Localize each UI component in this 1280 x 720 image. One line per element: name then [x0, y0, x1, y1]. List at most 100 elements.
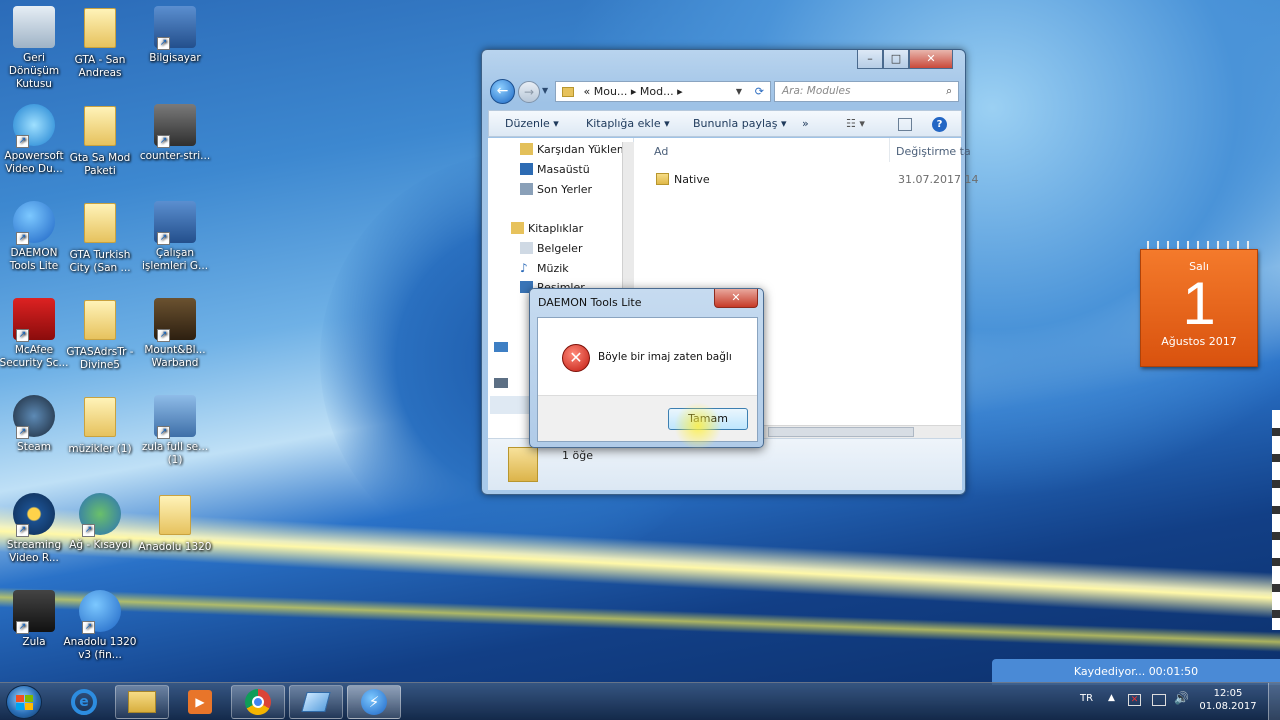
- taskbar-explorer[interactable]: [115, 685, 169, 719]
- desktop-icon-item[interactable]: GTA Turkish City (San ...: [63, 201, 137, 275]
- clock[interactable]: 12:05 01.08.2017: [1196, 687, 1260, 713]
- desktop-icon-item[interactable]: ↗ Çalışan işlemleri G...: [138, 201, 212, 273]
- folder-shape: [84, 106, 116, 146]
- nav-item-downloads[interactable]: Karşıdan Yüklem: [520, 143, 628, 156]
- history-dropdown-icon[interactable]: ▼: [542, 86, 548, 95]
- clock-date: 01.08.2017: [1199, 701, 1257, 712]
- desktop-icon-label: zula full se... (1): [141, 441, 209, 466]
- dialog-close-button[interactable]: ✕: [714, 289, 758, 308]
- nav-item-music[interactable]: ♪ Müzik: [520, 262, 569, 275]
- recycle-bin-icon: [12, 6, 56, 50]
- minimize-button[interactable]: –: [857, 50, 883, 69]
- library-label: Kitaplığa ekle: [586, 117, 661, 130]
- task-manager-icon: ↗: [153, 201, 197, 245]
- desktop-icon-item[interactable]: ↗ Steam: [0, 395, 71, 454]
- windows-logo-yellow: [25, 703, 33, 710]
- more-button[interactable]: »: [802, 117, 809, 130]
- column-divider: [889, 138, 890, 162]
- media-player-icon: ▶: [188, 690, 212, 714]
- nav-label: Son Yerler: [537, 183, 593, 196]
- start-button[interactable]: [6, 685, 42, 719]
- help-icon[interactable]: ?: [932, 117, 947, 132]
- language-indicator[interactable]: TR: [1080, 693, 1093, 704]
- file-date: 31.07.2017 14: [898, 173, 979, 186]
- taskbar-chrome[interactable]: [231, 685, 285, 719]
- desktop-icon-item[interactable]: ↗ zula full se... (1): [138, 395, 212, 467]
- computer-icon: [494, 378, 508, 388]
- file-row[interactable]: Native 31.07.2017 14: [634, 171, 978, 189]
- desktop-icon-item[interactable]: GTA - San Andreas: [63, 6, 137, 80]
- search-placeholder: Ara: Modules: [782, 85, 851, 97]
- forward-button[interactable]: →: [518, 81, 540, 103]
- nav-item-libraries[interactable]: Kitaplıklar: [511, 222, 583, 235]
- dialog-footer: Tamam: [538, 395, 757, 450]
- desktop-icon-item[interactable]: Anadolu 1320: [138, 493, 212, 554]
- error-icon: ✕: [562, 344, 590, 372]
- column-header-name[interactable]: Ad: [654, 145, 668, 158]
- nav-item-recent[interactable]: Son Yerler: [520, 183, 593, 196]
- desktop-icon-item[interactable]: Geri Dönüşüm Kutusu: [0, 6, 71, 91]
- horizontal-scrollbar[interactable]: [762, 425, 961, 438]
- nav-item-documents[interactable]: Belgeler: [520, 242, 583, 255]
- desktop-icon-label: Zula: [22, 636, 46, 648]
- desktop-icon-item[interactable]: ↗ Ağ - Kısayol: [63, 493, 137, 552]
- streaming-icon: ↗: [12, 493, 56, 537]
- add-to-library-button[interactable]: Kitaplığa ekle ▾: [586, 117, 670, 130]
- chrome-center: [252, 696, 264, 708]
- organize-button[interactable]: Düzenle ▾: [505, 117, 559, 130]
- preview-pane-icon[interactable]: [898, 118, 912, 131]
- address-bar[interactable]: « Mou... ▸ Mod... ▸ ▼ ⟳: [555, 81, 771, 102]
- desktop-icon-item[interactable]: ↗ Streaming Video R...: [0, 493, 71, 565]
- taskbar-ie[interactable]: e: [57, 685, 111, 719]
- desktop-icon-item[interactable]: ↗ Apowersoft Video Du...: [0, 104, 71, 176]
- refresh-icon[interactable]: ⟳: [755, 82, 764, 101]
- calendar-gadget[interactable]: Salı 1 Ağustos 2017: [1140, 249, 1258, 367]
- recorder-icon: [301, 692, 331, 712]
- share-button[interactable]: Bununla paylaş ▾: [693, 117, 787, 130]
- error-dialog[interactable]: DAEMON Tools Lite ✕ ✕ Böyle bir imaj zat…: [529, 288, 764, 450]
- steam-icon: ↗: [12, 395, 56, 439]
- address-dropdown-icon[interactable]: ▼: [736, 82, 742, 101]
- desktop-icon-label: McAfee Security Sc...: [0, 344, 69, 369]
- close-button[interactable]: ✕: [909, 50, 953, 69]
- view-options-icon[interactable]: ☷ ▾: [846, 117, 865, 130]
- desktop-icon-item[interactable]: ↗ Bilgisayar: [138, 6, 212, 65]
- desktop-icon-item[interactable]: ↗ DAEMON Tools Lite: [0, 201, 71, 273]
- show-hidden-icons-button[interactable]: ▲: [1108, 693, 1115, 703]
- ok-button[interactable]: Tamam: [668, 408, 748, 430]
- desktop-icon-item[interactable]: ↗ McAfee Security Sc...: [0, 298, 71, 370]
- back-button[interactable]: ←: [490, 79, 515, 104]
- computer-icon: ↗: [153, 6, 197, 50]
- warband-icon: ↗: [153, 298, 197, 342]
- desktop-icon-item[interactable]: müzikler (1): [63, 395, 137, 456]
- show-desktop-button[interactable]: [1268, 683, 1280, 720]
- taskbar-media[interactable]: ▶: [173, 685, 227, 719]
- scrollbar-thumb[interactable]: [768, 427, 914, 437]
- desktop-icon-item[interactable]: ↗ Zula: [0, 590, 71, 649]
- desktop-icon-item[interactable]: ↗ Anadolu 1320 v3 (fin...: [63, 590, 137, 662]
- volume-icon[interactable]: 🔊: [1174, 691, 1189, 705]
- desktop-icon-item[interactable]: ↗ counter-stri...: [138, 104, 212, 163]
- folder-icon: [78, 300, 122, 344]
- dialog-message: Böyle bir imaj zaten bağlı: [598, 351, 732, 363]
- maximize-button[interactable]: □: [883, 50, 909, 69]
- shortcut-arrow-icon: ↗: [157, 232, 170, 245]
- taskbar-recorder[interactable]: [289, 685, 343, 719]
- desktop-icon-item[interactable]: Gta Sa Mod Paketi: [63, 104, 137, 178]
- taskbar-daemon-tools[interactable]: ⚡: [347, 685, 401, 719]
- desktop-icon-label: Gta Sa Mod Paketi: [69, 152, 131, 177]
- desktop-icon-label: Çalışan işlemleri G...: [141, 247, 209, 272]
- shortcut-arrow-icon: ↗: [157, 135, 170, 148]
- nav-label: Belgeler: [537, 242, 583, 255]
- network-tray-icon[interactable]: [1152, 694, 1166, 706]
- search-icon[interactable]: ⌕: [946, 82, 952, 101]
- action-center-icon[interactable]: ✕: [1128, 694, 1141, 706]
- nav-item-desktop[interactable]: Masaüstü: [520, 163, 590, 176]
- desktop-icon-item[interactable]: GTASAdrsTr - Divine5: [63, 298, 137, 372]
- desktop-icon-item[interactable]: ↗ Mount&Bl... Warband: [138, 298, 212, 370]
- search-input[interactable]: Ara: Modules ⌕: [774, 81, 959, 102]
- nav-label: Müzik: [537, 262, 569, 275]
- column-header-modified[interactable]: Değiştirme ta: [896, 145, 971, 158]
- edge-scroll-decoration: [1272, 410, 1280, 630]
- desktop-icon-label: Steam: [17, 441, 51, 453]
